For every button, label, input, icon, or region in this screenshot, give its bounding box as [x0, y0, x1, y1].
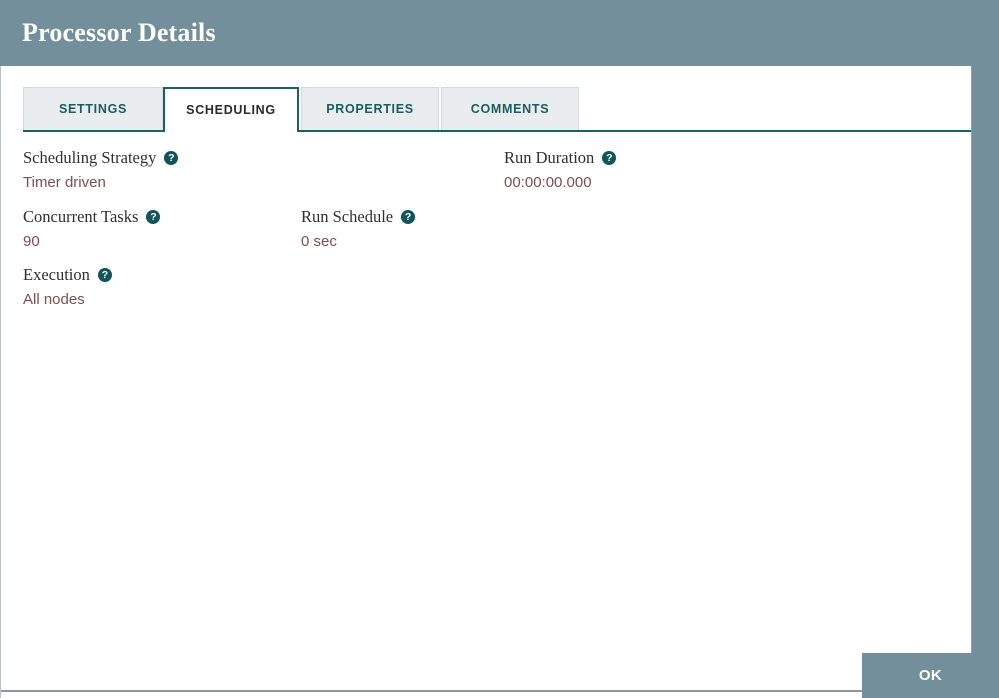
dialog-body: SETTINGS SCHEDULING PROPERTIES COMMENTS Sch… — [0, 66, 999, 698]
tab-bar: SETTINGS SCHEDULING PROPERTIES COMMENTS — [23, 87, 971, 134]
field-value-run-duration: 00:00:00.000 — [504, 174, 592, 191]
tab-scheduling[interactable]: SCHEDULING — [163, 87, 299, 131]
help-icon-concurrent-tasks[interactable]: ? — [146, 210, 161, 224]
ok-button[interactable]: OK — [862, 653, 999, 698]
help-icon-run-duration[interactable]: ? — [602, 151, 617, 165]
page-title: Processor Details — [22, 18, 216, 47]
field-label-run-duration: Run Duration? — [504, 148, 617, 168]
processor-details-dialog: Processor Details SETTINGS SCHEDULING PROP… — [0, 0, 999, 698]
field-scheduling-strategy: Scheduling Strategy? Timer driven — [23, 148, 179, 192]
field-execution: Execution? All nodes — [23, 265, 112, 309]
field-value-scheduling-strategy: Timer driven — [23, 174, 106, 191]
field-label-text-run-schedule: Run Schedule — [301, 207, 394, 226]
help-icon-run-schedule[interactable]: ? — [401, 210, 416, 224]
tab-properties[interactable]: PROPERTIES — [301, 87, 439, 131]
field-concurrent-tasks: Concurrent Tasks? 90 — [23, 207, 161, 251]
field-label-execution: Execution? — [23, 265, 112, 285]
active-tab-mask — [165, 130, 297, 132]
field-value-run-schedule: 0 sec — [301, 233, 337, 250]
help-icon-execution[interactable]: ? — [97, 268, 112, 282]
help-icon-scheduling-strategy[interactable]: ? — [164, 151, 179, 165]
field-value-execution: All nodes — [23, 291, 85, 308]
field-run-duration: Run Duration? 00:00:00.000 — [504, 148, 617, 192]
field-label-text-concurrent-tasks: Concurrent Tasks — [23, 207, 139, 226]
field-label-text-run-duration: Run Duration — [504, 148, 595, 167]
right-edge-band — [971, 66, 999, 698]
field-label-run-schedule: Run Schedule? — [301, 207, 416, 227]
scheduling-field-grid: Scheduling Strategy? Timer driven Run Dura… — [1, 136, 971, 690]
dialog-header: Processor Details — [0, 0, 999, 66]
tab-comments[interactable]: COMMENTS — [441, 87, 579, 131]
field-label-scheduling-strategy: Scheduling Strategy? — [23, 148, 179, 168]
footer-divider — [1, 690, 971, 692]
right-edge-band-highlight — [971, 66, 972, 698]
field-run-schedule: Run Schedule? 0 sec — [301, 207, 416, 251]
field-label-concurrent-tasks: Concurrent Tasks? — [23, 207, 161, 227]
field-label-text-execution: Execution — [23, 265, 90, 284]
tab-settings[interactable]: SETTINGS — [23, 87, 163, 131]
field-value-concurrent-tasks: 90 — [23, 233, 40, 250]
field-label-text-scheduling-strategy: Scheduling Strategy — [23, 148, 157, 167]
